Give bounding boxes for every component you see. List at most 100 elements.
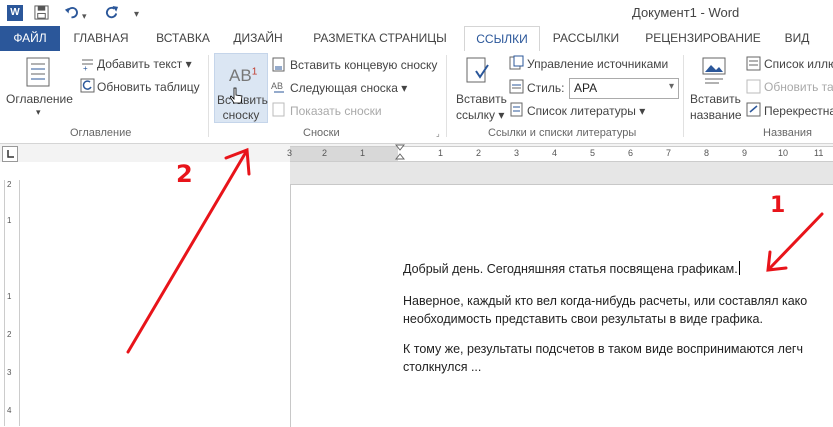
tab-file[interactable]: ФАЙЛ: [0, 26, 60, 51]
horizontal-ruler[interactable]: 3 2 1 1 2 3 4 5 6 7 8 9 10 11: [287, 144, 833, 162]
insert-footnote-label2: сноску: [222, 108, 260, 122]
insert-citation-label1[interactable]: Вставить: [456, 92, 507, 106]
tab-view[interactable]: ВИД: [774, 26, 820, 51]
insert-caption-label1[interactable]: Вставить: [690, 92, 741, 106]
show-notes-icon: [272, 102, 285, 117]
ruler-tick: 9: [742, 148, 748, 158]
add-text-label: Добавить текст: [97, 57, 183, 71]
group-label-footnotes: Сноски: [303, 127, 340, 139]
insert-citation-icon: [466, 57, 489, 83]
paragraph-3-line1[interactable]: К тому же, результаты подсчетов в таком …: [403, 340, 803, 358]
bibliography-label: Список литературы: [527, 104, 636, 118]
show-notes-button: Показать сноски: [290, 104, 382, 118]
manage-sources-button[interactable]: Управление источниками: [527, 57, 668, 71]
ruler-tick: 4: [552, 148, 558, 158]
bibliography-icon: [510, 102, 523, 117]
ruler-tick: 10: [778, 148, 789, 158]
vruler-tick: 1: [7, 216, 12, 225]
dialog-launcher-icon[interactable]: ⌟: [436, 129, 440, 138]
ruler-tick: 11: [814, 148, 824, 158]
paragraph-1-text: Добрый день. Сегодняшняя статья посвящен…: [403, 262, 738, 276]
vertical-ruler[interactable]: 2 1 1 2 3 4: [4, 180, 20, 426]
indent-marker-icon[interactable]: [395, 144, 405, 162]
ruler-tick: 7: [666, 148, 672, 158]
ribbon-tabs: ФАЙЛ ГЛАВНАЯ ВСТАВКА ДИЗАЙН РАЗМЕТКА СТР…: [0, 26, 833, 53]
vruler-tick: 3: [7, 368, 12, 377]
tab-layout[interactable]: РАЗМЕТКА СТРАНИЦЫ: [300, 26, 460, 51]
insert-citation-button[interactable]: ссылку ▾: [456, 108, 504, 122]
group-separator: [446, 55, 447, 137]
next-footnote-button[interactable]: Следующая сноска ▾: [290, 81, 407, 95]
ruler-tick: 1: [360, 148, 366, 158]
text-cursor: [738, 261, 740, 275]
table-of-contents-icon: [26, 57, 50, 87]
chevron-down-icon[interactable]: ▾: [134, 6, 139, 24]
chevron-down-icon[interactable]: ▾: [669, 81, 674, 92]
redo-icon[interactable]: [104, 5, 119, 20]
group-label-captions: Названия: [763, 127, 812, 139]
group-separator: [683, 55, 684, 137]
ruler-tick: 8: [704, 148, 710, 158]
group-separator: [208, 55, 209, 137]
insert-caption-icon: [702, 57, 726, 84]
add-text-button[interactable]: Добавить текст ▾: [97, 57, 192, 71]
tab-references[interactable]: ССЫЛКИ: [464, 26, 540, 53]
style-label: Стиль:: [527, 81, 565, 95]
ribbon: Оглавление ▾ + Добавить текст ▾ Обновить…: [0, 51, 833, 144]
tab-insert[interactable]: ВСТАВКА: [148, 26, 218, 51]
save-icon[interactable]: [34, 5, 49, 20]
tab-home[interactable]: ГЛАВНАЯ: [64, 26, 138, 51]
paragraph-3-line2[interactable]: столкнулся ...: [403, 358, 481, 376]
undo-icon[interactable]: [64, 5, 79, 20]
word-logo-icon: W: [7, 5, 23, 21]
footnote-icon: AB1: [229, 66, 258, 85]
update-figures-icon: [746, 79, 761, 94]
ruler-tick: 5: [590, 148, 596, 158]
ruler-tick: 6: [628, 148, 634, 158]
style-icon: [509, 79, 524, 94]
ruler-tick: 1: [438, 148, 444, 158]
cross-reference-button[interactable]: Перекрестна: [764, 104, 833, 118]
vruler-tick: 4: [7, 406, 12, 415]
update-table-button[interactable]: Обновить таблицу: [97, 80, 200, 94]
left-margin-area: [0, 162, 290, 426]
paragraph-2-line1[interactable]: Наверное, каждый кто вел когда-нибудь ра…: [403, 292, 807, 310]
vruler-tick: 2: [7, 180, 12, 189]
insert-endnote-button[interactable]: Вставить концевую сноску: [290, 58, 437, 72]
mouse-cursor-icon: [230, 87, 243, 104]
list-of-figures-icon: [746, 56, 761, 71]
title-bar: W ▾ ▾ Документ1 - Word: [0, 0, 833, 26]
tab-mailings[interactable]: РАССЫЛКИ: [546, 26, 626, 51]
insert-caption-label2[interactable]: название: [690, 108, 742, 122]
paragraph-2-line2[interactable]: необходимость представить свои результат…: [403, 310, 763, 328]
update-figures-table-button: Обновить та: [764, 80, 833, 94]
toc-button[interactable]: Оглавление: [6, 92, 73, 106]
ruler-tick: 3: [514, 148, 520, 158]
vruler-tick: 1: [7, 292, 12, 301]
paragraph-1[interactable]: Добрый день. Сегодняшняя статья посвящен…: [403, 260, 740, 278]
ruler-tick: 2: [322, 148, 328, 158]
style-select[interactable]: APA ▾: [569, 78, 679, 99]
bibliography-button[interactable]: Список литературы ▾: [527, 104, 645, 118]
cross-reference-icon: [746, 102, 761, 117]
tab-review[interactable]: РЕЦЕНЗИРОВАНИЕ: [638, 26, 768, 51]
insert-endnote-icon: [272, 57, 285, 72]
insert-citation-label2: ссылку: [456, 108, 496, 122]
update-table-icon: [80, 78, 95, 93]
ruler-tick: 3: [287, 148, 293, 158]
toc-dropdown-icon[interactable]: ▾: [36, 107, 41, 118]
svg-text:AB: AB: [271, 81, 283, 91]
undo-dropdown-icon[interactable]: ▾: [82, 7, 87, 25]
style-select-value: APA: [574, 81, 598, 95]
next-footnote-label: Следующая сноска: [290, 81, 398, 95]
next-footnote-icon: AB: [271, 81, 284, 93]
ruler-margin-left: [290, 147, 398, 161]
tab-selector-icon[interactable]: [2, 146, 18, 162]
document-title: Документ1 - Word: [632, 5, 740, 20]
group-label-toc: Оглавление: [70, 127, 132, 139]
manage-sources-icon: [509, 55, 524, 70]
add-text-icon: +: [82, 59, 93, 71]
vruler-tick: 2: [7, 330, 12, 339]
tab-design[interactable]: ДИЗАЙН: [228, 26, 288, 51]
list-of-figures-button[interactable]: Список иллю: [764, 57, 833, 71]
